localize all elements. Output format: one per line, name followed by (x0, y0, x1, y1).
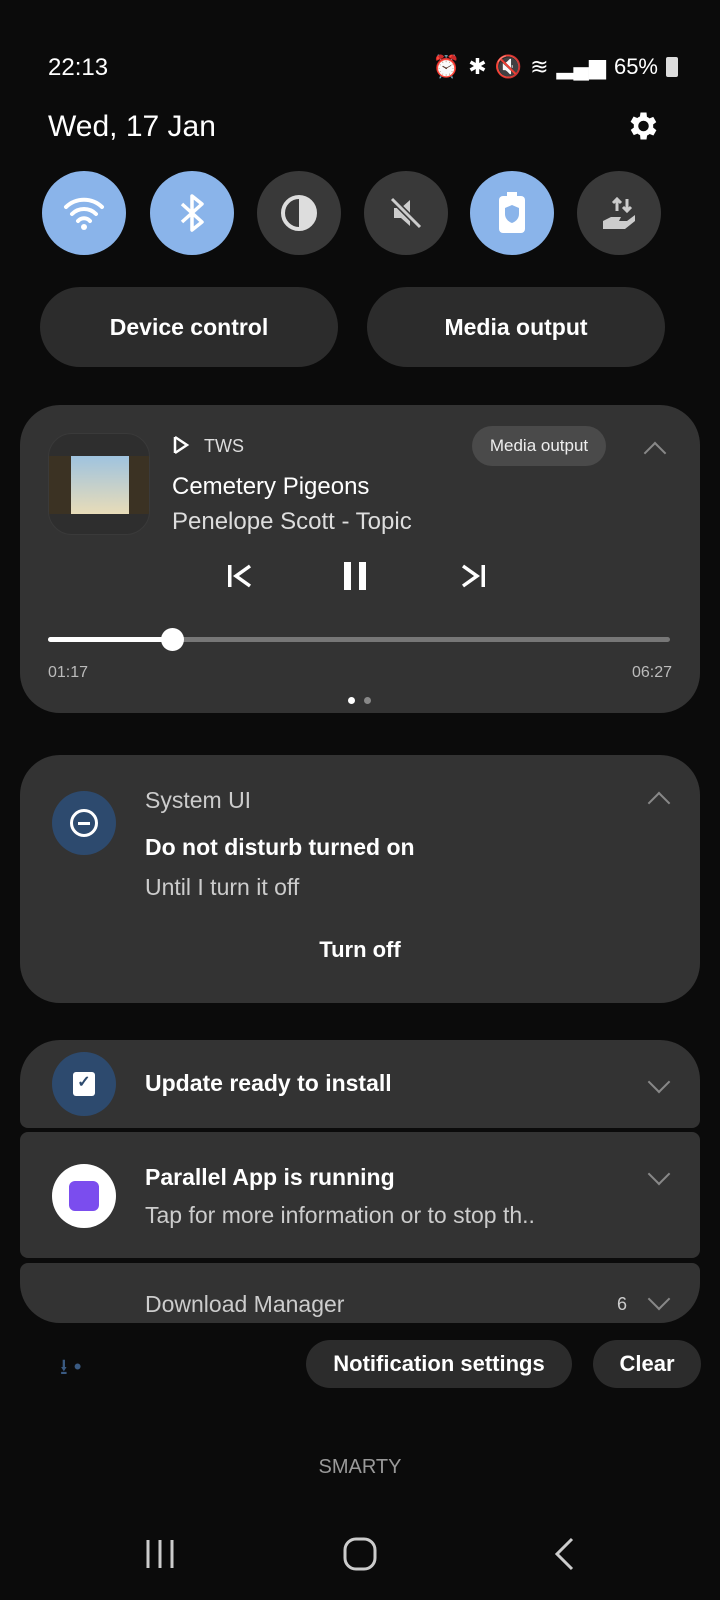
download-icon: ⭳ • (60, 1354, 82, 1379)
alarm-icon: ⏰ (432, 54, 461, 79)
settings-gear-icon[interactable] (624, 108, 660, 144)
next-icon[interactable] (460, 562, 488, 590)
expand-chevron-icon[interactable] (647, 1162, 671, 1186)
signal-icon: ▂▄▆ (556, 54, 606, 79)
album-art (48, 433, 150, 535)
track-artist: Penelope Scott - Topic (172, 508, 412, 535)
notification-text: Tap for more information or to stop th.. (145, 1202, 535, 1228)
page-dot (364, 697, 371, 704)
dark-mode-toggle[interactable] (257, 171, 341, 255)
battery-text: 65% (613, 54, 658, 79)
wifi-toggle[interactable] (42, 171, 126, 255)
bluetooth-icon: ✱ (468, 54, 487, 79)
total-time: 06:27 (631, 664, 672, 681)
page-dot-active (348, 697, 355, 704)
notification-title: Parallel App is running (145, 1164, 395, 1190)
notification-settings-button[interactable]: Notification settings (306, 1340, 572, 1388)
expand-chevron-icon[interactable] (647, 1070, 671, 1094)
device-control-button[interactable]: Device control (40, 287, 338, 367)
collapse-chevron-icon[interactable] (643, 441, 667, 465)
pause-icon[interactable] (340, 560, 370, 592)
wifi-icon: ≋ (530, 54, 549, 79)
notification-download-manager[interactable]: Download Manager 6 (20, 1263, 700, 1323)
mute-icon (389, 196, 423, 230)
clock: 22:13 (48, 54, 109, 81)
media-player-card: TWS Media output Cemetery Pigeons Penelo… (20, 405, 700, 713)
recents-icon[interactable] (142, 1538, 178, 1570)
dnd-notification[interactable]: System UI Do not disturb turned on Until… (20, 755, 700, 1003)
power-saving-toggle[interactable] (470, 171, 554, 255)
dnd-app-name: System UI (145, 787, 252, 813)
notification-update[interactable]: ✓ Update ready to install (20, 1040, 700, 1128)
progress-thumb[interactable] (160, 628, 184, 651)
dnd-icon (52, 791, 116, 855)
parallel-app-icon (52, 1164, 116, 1228)
expand-chevron-icon[interactable] (647, 1287, 671, 1311)
notification-count: 6 (617, 1294, 628, 1314)
hand-transfer-icon (603, 196, 635, 229)
media-app-name: TWS (204, 436, 244, 456)
data-transfer-toggle[interactable] (577, 171, 661, 255)
battery-charging-icon (666, 57, 678, 77)
contrast-icon (281, 195, 317, 231)
update-check-icon: ✓ (52, 1052, 116, 1116)
notification-title: Download Manager (145, 1291, 345, 1317)
battery-shield-icon (499, 192, 525, 233)
track-title: Cemetery Pigeons (172, 473, 370, 500)
app-play-icon (173, 435, 190, 455)
wifi-icon (64, 197, 104, 230)
mute-icon: 🔇 (494, 54, 523, 79)
clear-button[interactable]: Clear (593, 1340, 701, 1388)
status-icons: ⏰ ✱ 🔇 ≋ ▂▄▆ 65% (433, 54, 678, 80)
collapse-chevron-icon[interactable] (647, 791, 671, 815)
notification-parallel-app[interactable]: Parallel App is running Tap for more inf… (20, 1132, 700, 1258)
carrier-label: SMARTY (318, 1456, 402, 1478)
elapsed-time: 01:17 (48, 664, 89, 681)
media-output-chip[interactable]: Media output (472, 426, 606, 466)
turn-off-button[interactable]: Turn off (20, 937, 700, 963)
notification-title: Update ready to install (145, 1070, 392, 1096)
progress-slider[interactable] (48, 628, 670, 651)
media-output-button[interactable]: Media output (367, 287, 665, 367)
bluetooth-icon (180, 194, 204, 232)
dnd-text: Until I turn it off (145, 874, 300, 900)
sound-toggle[interactable] (364, 171, 448, 255)
previous-icon[interactable] (225, 562, 253, 590)
home-icon[interactable] (342, 1536, 378, 1572)
bluetooth-toggle[interactable] (150, 171, 234, 255)
back-icon[interactable] (552, 1536, 576, 1572)
dnd-title: Do not disturb turned on (145, 834, 415, 860)
date: Wed, 17 Jan (48, 110, 216, 143)
